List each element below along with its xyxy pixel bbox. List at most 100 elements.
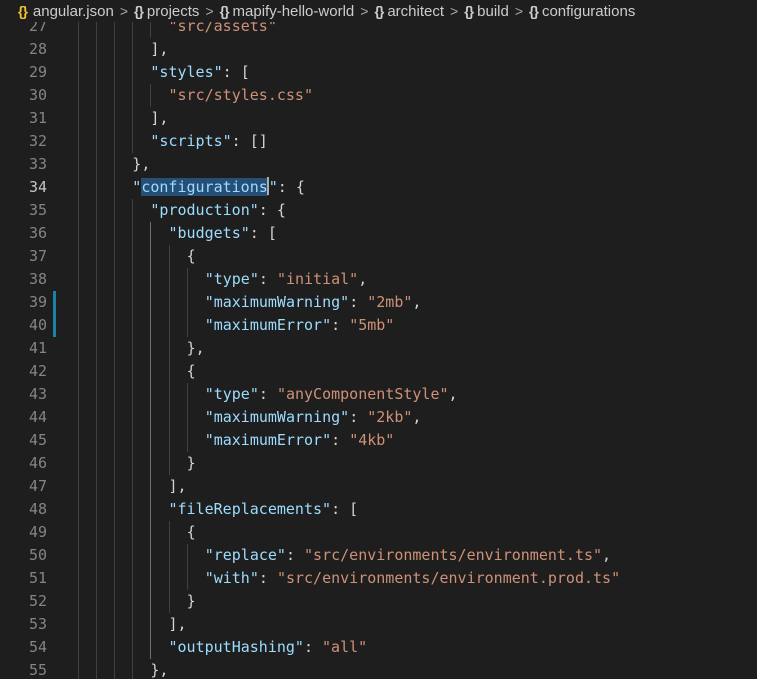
code-line[interactable]: 52}: [0, 590, 757, 613]
json-punctuation: }: [186, 454, 196, 472]
json-punctuation: :: [258, 270, 277, 288]
code-line[interactable]: 43 "type": "anyComponentStyle",: [0, 383, 757, 406]
breadcrumb-item-mapify-hello-world[interactable]: {} mapify-hello-world: [220, 3, 355, 20]
code-line[interactable]: 40 "maximumError": "5mb": [0, 314, 757, 337]
code-line[interactable]: 39 "maximumWarning": "2mb",: [0, 291, 757, 314]
json-punctuation: ],: [150, 109, 169, 127]
line-number: 42: [28, 362, 47, 380]
object-icon: {}: [529, 3, 539, 19]
line-number: 46: [28, 454, 47, 472]
code-text: "with": "src/environments/environment.pr…: [205, 567, 620, 590]
object-icon: {}: [134, 3, 144, 19]
code-line[interactable]: 34 "configurations": {: [0, 176, 757, 199]
json-punctuation: {: [186, 247, 196, 265]
code-text: "replace": "src/environments/environment…: [205, 544, 611, 567]
code-line[interactable]: 54 "outputHashing": "all": [0, 636, 757, 659]
line-number: 45: [28, 431, 47, 449]
modified-line-indicator[interactable]: [53, 291, 56, 314]
code-text: },: [132, 153, 150, 176]
code-line[interactable]: 50 "replace": "src/environments/environme…: [0, 544, 757, 567]
code-line[interactable]: 47],: [0, 475, 757, 498]
code-line[interactable]: 29 "styles": [: [0, 61, 757, 84]
json-punctuation: :: [303, 638, 323, 656]
json-key: "maximumError": [204, 316, 332, 334]
code-line[interactable]: 38 "type": "initial",: [0, 268, 757, 291]
line-number: 41: [28, 339, 47, 357]
code-line[interactable]: 41},: [0, 337, 757, 360]
code-line[interactable]: 35 "production": {: [0, 199, 757, 222]
json-punctuation: }: [186, 592, 196, 610]
code-text: }: [187, 590, 196, 613]
code-line[interactable]: 42 {: [0, 360, 757, 383]
line-number: 30: [28, 86, 47, 104]
code-line[interactable]: 36 "budgets": [: [0, 222, 757, 245]
code-line[interactable]: 44 "maximumWarning": "2kb",: [0, 406, 757, 429]
breadcrumb-item-architect[interactable]: {} architect: [374, 3, 444, 20]
code-line[interactable]: 37 {: [0, 245, 757, 268]
breadcrumb-item-build[interactable]: {} build: [464, 3, 509, 20]
json-punctuation: : {: [258, 201, 286, 219]
json-punctuation: :: [331, 431, 350, 449]
json-punctuation: {: [186, 523, 196, 541]
code-line[interactable]: 51 "with": "src/environments/environment.…: [0, 567, 757, 590]
json-key: ": [268, 178, 278, 196]
code-line[interactable]: 31],: [0, 107, 757, 130]
code-line[interactable]: 48 "fileReplacements": [: [0, 498, 757, 521]
code-text: {: [187, 360, 196, 383]
code-text: },: [187, 337, 205, 360]
code-line[interactable]: 33},: [0, 153, 757, 176]
line-number: 36: [28, 224, 47, 242]
line-number: 50: [28, 546, 47, 564]
json-string: "2kb": [367, 408, 413, 426]
code-line[interactable]: 30 "src/styles.css": [0, 84, 757, 107]
chevron-right-icon: >: [119, 3, 128, 19]
code-line[interactable]: 32 "scripts": []: [0, 130, 757, 153]
code-line[interactable]: 28],: [0, 38, 757, 61]
breadcrumb-label: angular.json: [32, 2, 114, 20]
breadcrumb-item-configurations[interactable]: {} configurations: [529, 3, 635, 20]
code-editor[interactable]: 27 "src/assets" 28], 29 "styles": [30 "src/st…: [0, 0, 757, 679]
breadcrumb-label: projects: [146, 2, 200, 20]
line-number: 51: [28, 569, 47, 587]
modified-line-indicator[interactable]: [53, 314, 56, 337]
code-text: }: [187, 452, 196, 475]
code-line[interactable]: 55},: [0, 659, 757, 679]
chevron-right-icon: >: [450, 3, 459, 19]
json-punctuation: ],: [168, 615, 187, 633]
code-line[interactable]: 45 "maximumError": "4kb": [0, 429, 757, 452]
json-punctuation: :: [285, 546, 305, 564]
json-key: ": [132, 178, 142, 196]
json-string: "src/styles.css": [168, 86, 314, 104]
code-text: "type": "anyComponentStyle",: [205, 383, 458, 406]
selected-text: configurations: [141, 178, 268, 196]
json-punctuation: : [: [222, 63, 250, 81]
chevron-right-icon: >: [360, 3, 369, 19]
json-key: "scripts": [150, 132, 232, 150]
json-key: "type": [204, 385, 259, 403]
code-text: "budgets": [: [169, 222, 277, 245]
line-number: 55: [28, 661, 47, 679]
code-text: ],: [150, 107, 168, 130]
line-number: 48: [28, 500, 47, 518]
line-number: 43: [28, 385, 47, 403]
json-file-icon: {}: [18, 3, 28, 19]
line-number: 53: [28, 615, 47, 633]
json-punctuation: ,: [412, 293, 422, 311]
json-punctuation: ,: [358, 270, 368, 288]
breadcrumb-label: configurations: [541, 2, 636, 20]
json-key: "outputHashing": [168, 638, 304, 656]
breadcrumb: {} angular.json >{} projects >{} mapify-hello…: [0, 0, 757, 22]
code-line[interactable]: 46}: [0, 452, 757, 475]
json-punctuation: ,: [448, 385, 458, 403]
breadcrumb-item-projects[interactable]: {} projects: [134, 3, 199, 20]
json-punctuation: },: [150, 661, 169, 679]
code-line[interactable]: 53],: [0, 613, 757, 636]
json-string: "src/environments/environment.prod.ts": [276, 569, 621, 587]
json-punctuation: :: [349, 293, 368, 311]
code-text: "type": "initial",: [205, 268, 368, 291]
json-punctuation: :: [349, 408, 368, 426]
json-punctuation: },: [186, 339, 205, 357]
breadcrumb-item-angular-json[interactable]: {} angular.json: [0, 3, 114, 20]
code-line[interactable]: 49 {: [0, 521, 757, 544]
line-number: 31: [28, 109, 47, 127]
